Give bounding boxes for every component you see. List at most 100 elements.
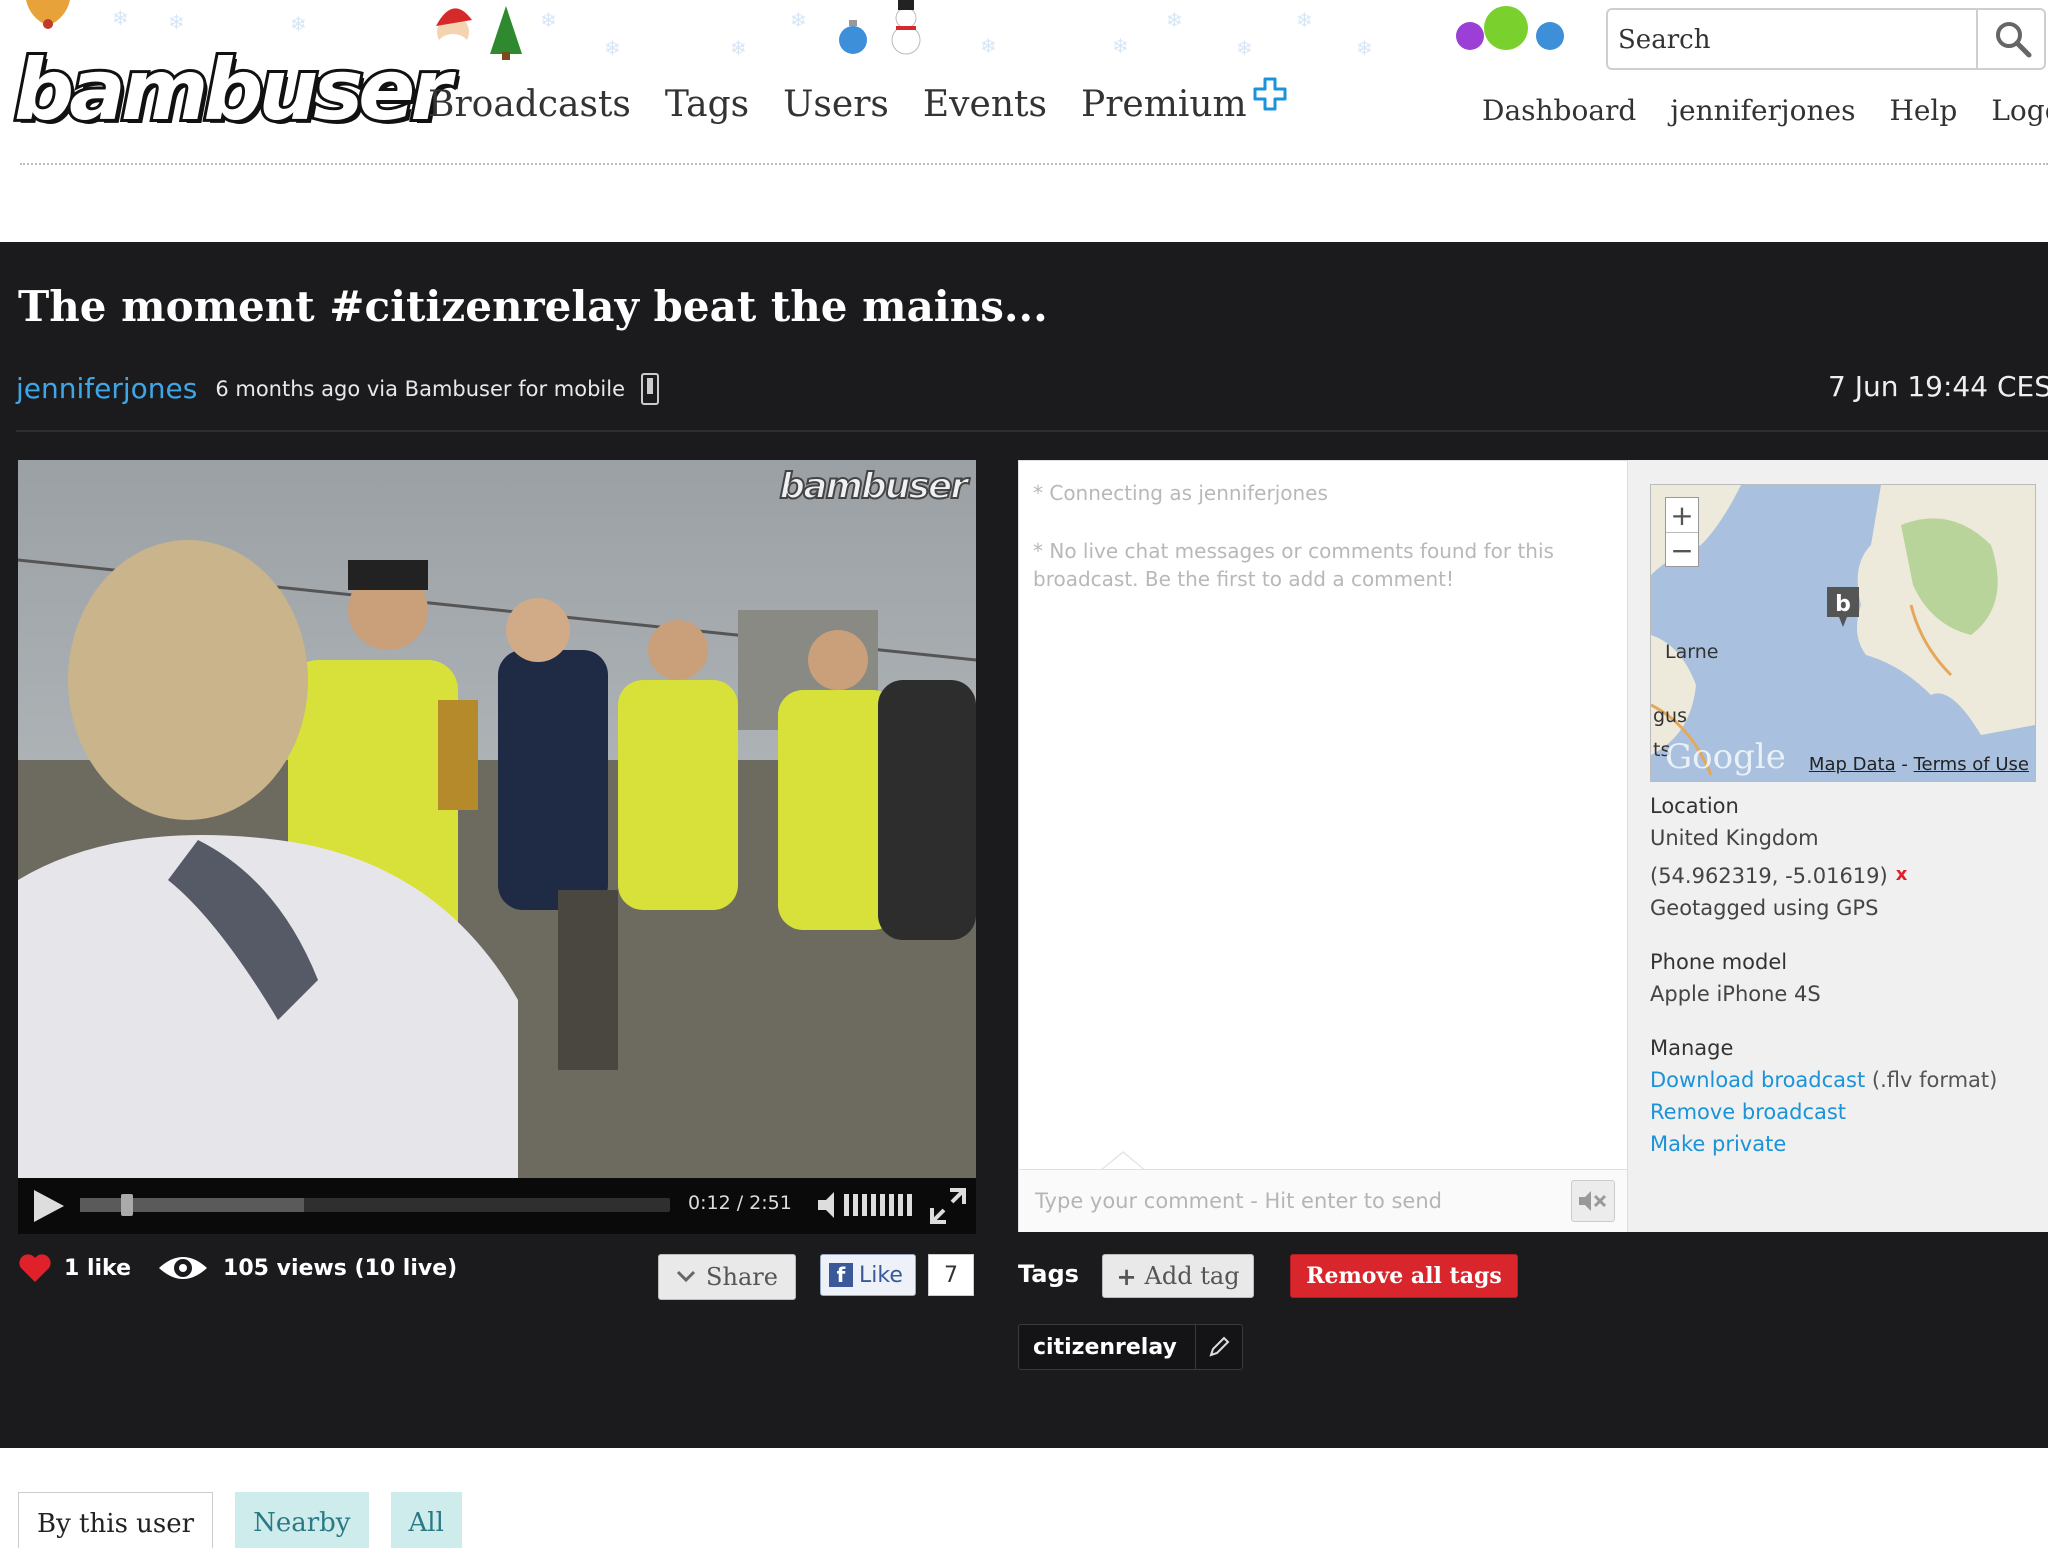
remove-location-icon[interactable]: x [1896, 864, 1908, 885]
chevron-down-icon [676, 1270, 696, 1283]
nav-logout[interactable]: Logou [1991, 94, 2048, 127]
search-button[interactable] [1976, 10, 2048, 68]
broadcast-meta: 6 months ago via Bambuser for mobile [215, 376, 625, 401]
location-map[interactable]: + − b Larne gus ts Google Map Data - Ter… [1650, 484, 2036, 782]
chat-connecting-message: * Connecting as jenniferjones [1033, 481, 1328, 505]
bambuser-logo[interactable]: bambuser [11, 41, 455, 139]
map-attribution-separator: - [1895, 754, 1914, 775]
share-button[interactable]: Share [658, 1254, 796, 1300]
comment-caret [1099, 1151, 1147, 1171]
site-header: ❄ ❄ ❄ ❄ ❄ ❄ ❄ ❄ ❄ ❄ ❄ ❄ ❄ bambuser Broad… [0, 0, 2048, 242]
eye-icon [159, 1257, 208, 1279]
zoom-out-button[interactable]: − [1666, 533, 1698, 567]
tags-label: Tags [1018, 1260, 1079, 1288]
fullscreen-icon[interactable] [928, 1186, 968, 1226]
download-broadcast-link[interactable]: Download broadcast [1650, 1068, 1865, 1092]
mute-sound-button[interactable] [1571, 1180, 1615, 1222]
phone-model-heading: Phone model [1650, 950, 1788, 974]
location-country: United Kingdom [1650, 826, 1819, 850]
facebook-like-button[interactable]: f Like [820, 1254, 916, 1296]
map-zoom-control: + − [1665, 497, 1699, 567]
seek-handle[interactable] [121, 1194, 133, 1216]
nav-help[interactable]: Help [1889, 94, 1957, 127]
search-input[interactable] [1616, 16, 1980, 64]
terms-of-use-link[interactable]: Terms of Use [1914, 754, 2029, 775]
nav-profile[interactable]: jenniferjones [1670, 94, 1855, 127]
volume-icon[interactable] [816, 1190, 916, 1220]
make-private-link[interactable]: Make private [1650, 1132, 1786, 1156]
broadcast-section: The moment #citizenrelay beat the mains.… [0, 242, 2048, 1448]
snowman-decoration-icon [891, 0, 921, 55]
manage-heading: Manage [1650, 1036, 1734, 1060]
comment-input[interactable] [1033, 1180, 1557, 1222]
author-link[interactable]: jenniferjones [16, 372, 197, 405]
broadcast-info-panel: + − b Larne gus ts Google Map Data - Ter… [1628, 460, 2048, 1232]
playback-time: 0:12 / 2:51 [688, 1192, 792, 1214]
related-tabs: By this user Nearby All [18, 1492, 462, 1548]
snowflake-decoration: ❄ [604, 36, 621, 60]
remove-broadcast-link[interactable]: Remove broadcast [1650, 1100, 1846, 1124]
geotag-method: Geotagged using GPS [1650, 896, 1879, 920]
video-frame[interactable] [18, 460, 976, 1178]
download-row: Download broadcast (.flv format) [1650, 1068, 1997, 1092]
video-player[interactable]: bambuser 0:12 / 2:51 [18, 460, 976, 1234]
byline: jenniferjones 6 months ago via Bambuser … [16, 372, 659, 405]
snowflake-decoration: ❄ [1356, 36, 1373, 60]
snowflake-decoration: ❄ [980, 34, 997, 58]
mute-icon [1579, 1191, 1607, 1211]
map-marker-label: b [1835, 592, 1851, 617]
map-data-link[interactable]: Map Data [1809, 754, 1896, 775]
user-nav: Dashboard jenniferjones Help Logou [1482, 94, 2048, 127]
snowflake-decoration: ❄ [790, 8, 807, 32]
snowflake-decoration: ❄ [540, 8, 557, 32]
edit-tag-button[interactable] [1194, 1325, 1242, 1369]
main-nav: Broadcasts Tags Users Events Premium [428, 80, 1281, 130]
ornaments-decoration-icon [1456, 6, 1564, 50]
nav-tags[interactable]: Tags [665, 80, 749, 130]
download-format-note: (.flv format) [1871, 1068, 1998, 1092]
google-logo: Google [1665, 737, 1786, 777]
buffer-bar [80, 1198, 304, 1212]
broadcast-title: The moment #citizenrelay beat the mains.… [18, 282, 1048, 331]
mobile-phone-icon [641, 372, 659, 405]
bell-decoration-icon [26, 0, 70, 29]
facebook-like-count: 7 [928, 1254, 974, 1296]
tab-all[interactable]: All [390, 1492, 462, 1548]
nav-premium[interactable]: Premium [1081, 80, 1247, 130]
title-separator [16, 430, 2048, 432]
snowflake-decoration: ❄ [1296, 8, 1313, 32]
share-label: Share [706, 1263, 778, 1291]
nav-dashboard[interactable]: Dashboard [1482, 94, 1636, 127]
comment-bar [1019, 1169, 1627, 1232]
add-tag-button[interactable]: + Add tag [1102, 1254, 1254, 1298]
map-label-larne: Larne [1665, 641, 1719, 663]
tag-name[interactable]: citizenrelay [1019, 1325, 1195, 1369]
snowflake-decoration: ❄ [730, 36, 747, 60]
nav-users[interactable]: Users [783, 80, 889, 130]
chat-empty-message: * No live chat messages or comments foun… [1033, 539, 1554, 591]
snowflake-decoration: ❄ [290, 12, 307, 36]
remove-all-tags-button[interactable]: Remove all tags [1290, 1254, 1518, 1298]
zoom-in-button[interactable]: + [1666, 498, 1698, 533]
tab-by-this-user[interactable]: By this user [18, 1492, 214, 1548]
map-marker-icon[interactable]: b [1823, 585, 1863, 633]
plus-small-icon: + [1116, 1261, 1137, 1291]
seek-bar[interactable] [80, 1194, 670, 1216]
pencil-icon [1209, 1336, 1230, 1357]
snowflake-decoration: ❄ [1112, 34, 1129, 58]
location-heading: Location [1650, 794, 1739, 818]
tag-chip[interactable]: citizenrelay [1018, 1324, 1243, 1370]
search-icon [1996, 22, 2032, 58]
broadcast-datetime: 7 Jun 19:44 CEST [1828, 370, 2048, 403]
play-icon[interactable] [28, 1188, 68, 1224]
heart-icon[interactable] [18, 1253, 52, 1283]
view-count: 105 views (10 live) [223, 1255, 458, 1281]
facebook-icon: f [829, 1263, 853, 1287]
nav-broadcasts[interactable]: Broadcasts [428, 80, 631, 130]
add-tag-label: Add tag [1144, 1262, 1240, 1290]
nav-events[interactable]: Events [923, 80, 1047, 130]
chat-panel: * Connecting as jenniferjones * No live … [1018, 460, 1628, 1232]
tab-nearby[interactable]: Nearby [235, 1492, 369, 1548]
video-watermark: bambuser [778, 465, 969, 508]
player-controls: 0:12 / 2:51 [18, 1178, 976, 1234]
